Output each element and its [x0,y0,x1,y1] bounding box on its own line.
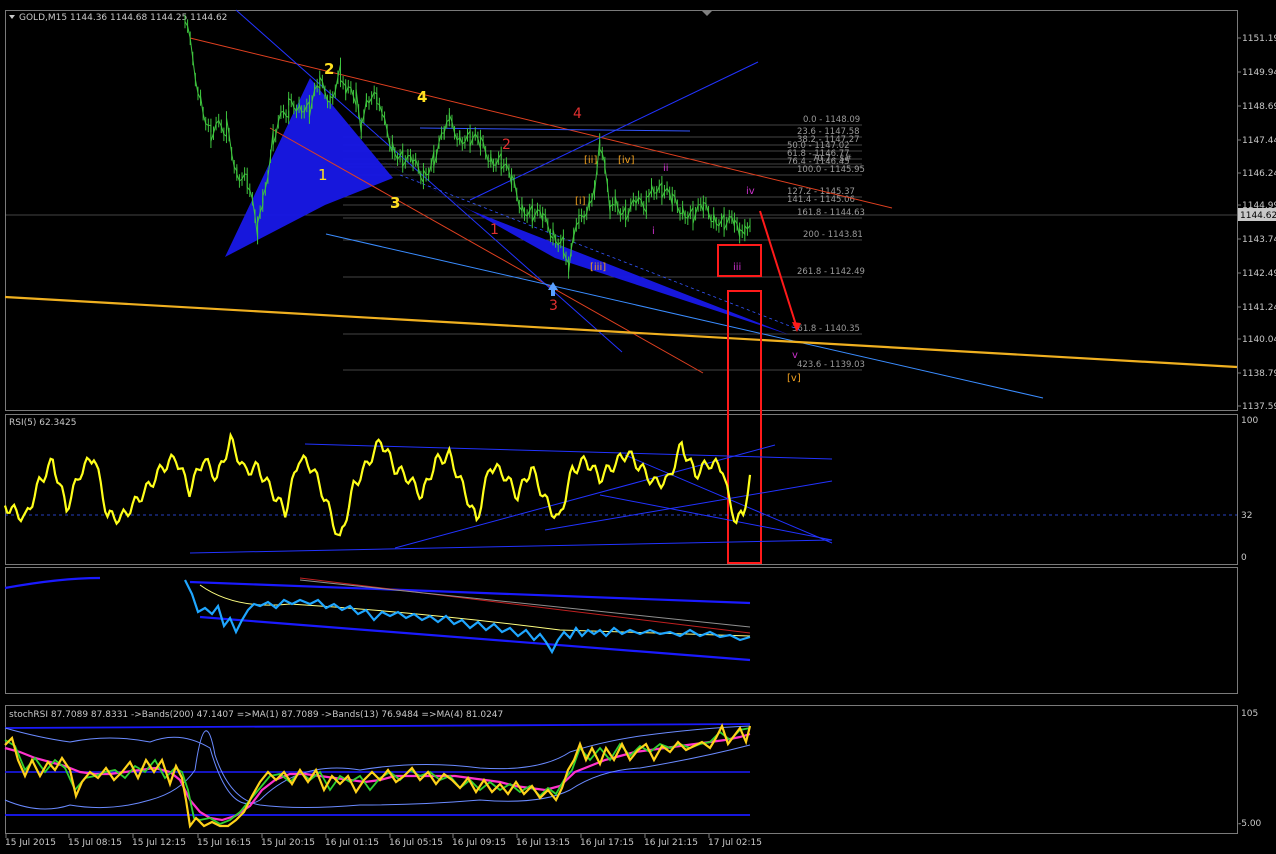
time-tick-label: 16 Jul 21:15 [644,838,698,848]
fib-level-label: 70.7 - $# [812,154,852,164]
wave-label: iv [746,186,755,197]
price-tick-label: 1147.44 [1242,136,1276,146]
indicator2-panel-frame [5,567,1238,694]
highlight-box-tall [727,290,762,564]
fib-level-label: 161.8 - 1144.63 [797,208,865,218]
time-tick-label: 15 Jul 2015 [5,838,56,848]
wave-label: 1 [318,166,328,184]
stoch-bands [4,723,751,816]
price-tick-label: 1151.19 [1242,34,1276,44]
arrow-down-icon [759,210,801,332]
indicator2-lines [4,576,751,662]
wave-label: i [652,226,655,237]
price-tick-label: 1148.69 [1242,102,1276,112]
fib-level-label: 200 - 1143.81 [803,230,863,240]
time-tick-label: 16 Jul 13:15 [516,838,570,848]
wave-label: [iv] [618,155,635,166]
wave-label: 4 [417,88,427,106]
price-tick-label: 1140.04 [1242,335,1276,345]
wave-label: 2 [502,137,511,153]
rsi-label: RSI(5) 62.3425 [9,418,76,428]
price-tick-label: 1137.59 [1242,402,1276,412]
current-price-line: 1144.62 [5,208,1276,221]
symbol-header: GOLD,M15 1144.36 1144.68 1144.25 1144.62 [19,13,227,23]
time-tick-label: 16 Jul 09:15 [452,838,506,848]
wave-label: 2 [324,60,334,78]
stoch-tick: -5.00 [1238,819,1262,829]
harmonic-pattern-2 [345,140,790,335]
time-tick-label: 15 Jul 12:15 [132,838,186,848]
price-tick-label: 1149.94 [1242,68,1276,78]
price-tick-label: 1146.24 [1242,169,1276,179]
stoch-main-series [4,723,752,829]
time-tick-label: 16 Jul 05:15 [389,838,443,848]
fib-level-label: 361.8 - 1140.35 [792,324,860,334]
time-tick-label: 16 Jul 01:15 [325,838,379,848]
triangle-down-icon[interactable] [9,15,15,19]
price-tick-label: 1141.24 [1242,303,1276,313]
stoch-tick: 105 [1241,709,1258,719]
wave-label: 3 [549,298,558,314]
rsi-tick: 100 [1241,416,1258,426]
fib-level-label: 100.0 - 1145.95 [797,165,865,175]
fib-level-label: 0.0 - 1148.09 [803,115,860,125]
chart-svg: GOLD,M15 1144.36 1144.68 1144.25 1144.62… [3,9,1276,848]
price-series [184,14,751,279]
wave-label: [iii] [590,262,606,273]
time-tick-label: 17 Jul 02:15 [708,838,762,848]
rsi-trend-lines [189,443,833,554]
wave-label: v [792,350,798,361]
fib-level-label: 423.6 - 1139.03 [797,360,865,370]
rsi-tick: 0 [1241,553,1247,563]
wave-label: [ii] [584,155,597,166]
time-tick-label: 16 Jul 17:15 [580,838,634,848]
price-line [184,21,751,272]
time-axis: 15 Jul 2015 15 Jul 08:15 15 Jul 12:15 15 Ju… [5,834,762,848]
wave-label: ii [663,163,669,174]
stoch-label: stochRSI 87.7089 87.8331 ->Bands(200) 47… [9,710,503,720]
time-tick-label: 15 Jul 20:15 [261,838,315,848]
price-axis: 1151.19 1149.94 1148.69 1147.44 1146.24 1144.… [1237,34,1276,412]
current-price-label: 1144.62 [1240,211,1276,221]
price-tick-label: 1142.49 [1242,269,1276,279]
rsi-line [3,431,752,537]
time-tick-label: 15 Jul 08:15 [68,838,122,848]
price-tick-label: 1143.74 [1242,235,1276,245]
scroll-marker-icon[interactable] [702,11,712,16]
indicator2-series [184,579,751,655]
price-tick-label: 1138.79 [1242,369,1276,379]
wave-label: [i] [575,196,586,207]
wave-label: 1 [490,222,499,238]
wave-label: 3 [390,194,400,212]
rsi-tick: 32 [1241,511,1252,521]
rsi-series [3,431,752,537]
trend-lines [4,9,1238,399]
time-tick-label: 15 Jul 16:15 [197,838,251,848]
wave-label: iii [733,262,741,273]
wave-label: 4 [573,106,582,122]
main-panel-frame [5,10,1238,411]
wave-label: [v] [787,373,801,384]
fib-level-label: 261.8 - 1142.49 [797,267,865,277]
